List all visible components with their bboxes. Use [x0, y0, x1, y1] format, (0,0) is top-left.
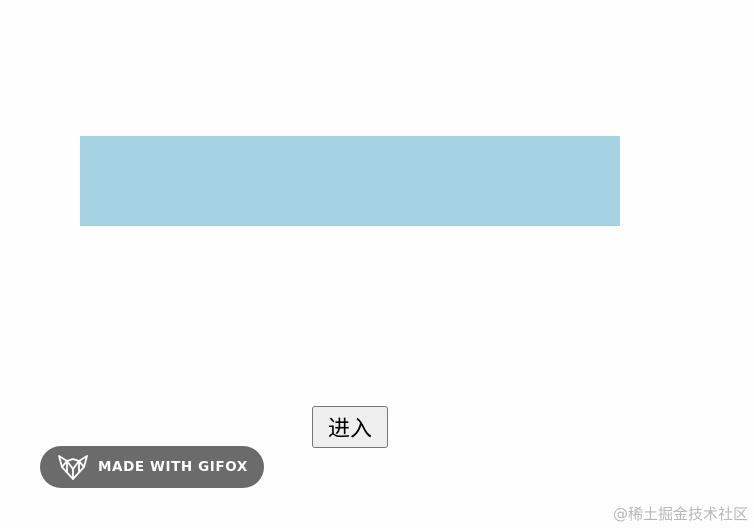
watermark: @稀土掘金技术社区: [612, 505, 748, 523]
page: 进入 MADE WITH GIFOX @稀土掘金技术社区: [0, 0, 754, 528]
gifox-badge-label: MADE WITH GIFOX: [98, 459, 248, 475]
fox-icon: [58, 455, 88, 480]
animated-block: [80, 136, 620, 226]
enter-button[interactable]: 进入: [312, 406, 388, 448]
gifox-badge: MADE WITH GIFOX: [40, 446, 264, 488]
